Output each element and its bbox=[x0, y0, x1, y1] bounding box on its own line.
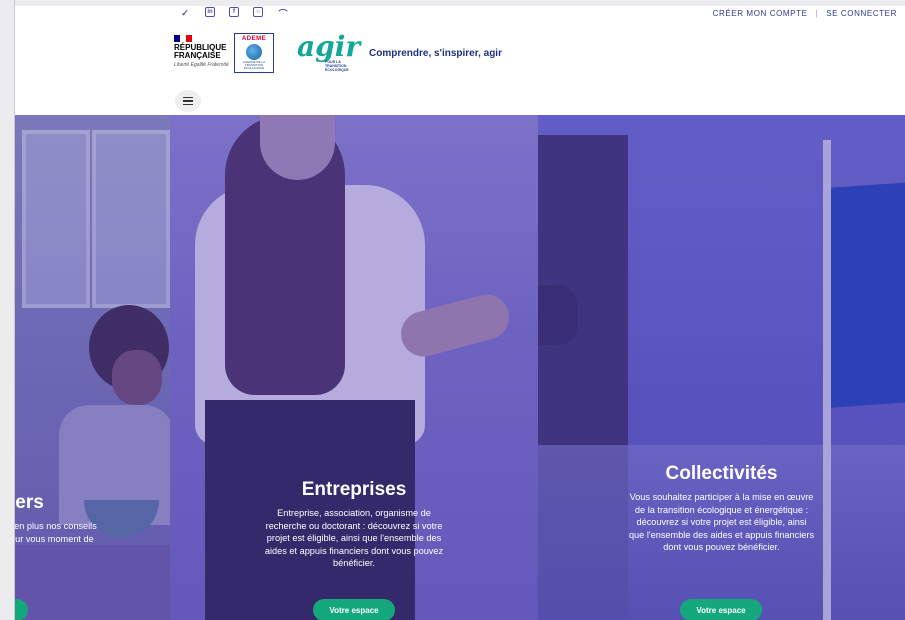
separator: | bbox=[815, 9, 819, 18]
motto: Liberté Égalité Fraternité bbox=[174, 62, 229, 68]
panel-text: Vous souhaitez participer à la mise en œ… bbox=[628, 492, 815, 552]
hamburger-line bbox=[183, 103, 193, 106]
audience-hero: iers lien plus nos conseils our vous mom… bbox=[14, 115, 905, 620]
site-header: RÉPUBLIQUE FRANÇAISE Liberté Égalité Fra… bbox=[14, 22, 905, 87]
panel-collectivites[interactable]: Collectivités Vous souhaitez participer … bbox=[538, 115, 905, 620]
instagram-icon[interactable]: ○ bbox=[253, 7, 263, 17]
agir-word: agir bbox=[297, 30, 361, 63]
agir-tagline: POUR LA TRANSITION ÉCOLOGIQUE bbox=[325, 60, 349, 72]
panel-title: iers bbox=[14, 492, 44, 513]
globe-icon bbox=[246, 44, 262, 60]
votre-espace-button[interactable]: Votre espace bbox=[313, 599, 395, 620]
panel-particuliers[interactable]: iers lien plus nos conseils our vous mom… bbox=[14, 115, 170, 620]
hamburger-icon bbox=[183, 96, 193, 99]
panel-title: Entreprises bbox=[301, 479, 407, 500]
votre-espace-button[interactable]: Votre espace bbox=[680, 599, 762, 620]
ademe-name: ADEME bbox=[241, 36, 267, 42]
twitter-icon[interactable]: ✓ bbox=[179, 7, 191, 19]
account-links: CRÉER MON COMPTE | SE CONNECTER bbox=[713, 9, 897, 18]
panel-content: Collectivités Vous souhaitez participer … bbox=[538, 463, 905, 554]
panel-entreprises[interactable]: Entreprises Entreprise, association, org… bbox=[170, 115, 538, 620]
ademe-subtitle: AGENCE DE LA TRANSITION ÉCOLOGIQUE bbox=[242, 60, 266, 70]
republique-francaise-logo[interactable]: RÉPUBLIQUE FRANÇAISE Liberté Égalité Fra… bbox=[174, 35, 236, 68]
panel-content: Entreprises Entreprise, association, org… bbox=[170, 479, 538, 570]
facebook-icon[interactable]: f bbox=[229, 7, 239, 17]
panel-text: Entreprise, association, organisme de re… bbox=[264, 508, 444, 568]
french-flag-icon bbox=[174, 35, 192, 42]
rss-icon[interactable]: ⌒ bbox=[277, 7, 289, 19]
linkedin-icon[interactable]: in bbox=[205, 7, 215, 17]
social-links: ✓ in f ○ ⌒ bbox=[179, 7, 289, 19]
panel-content: iers lien plus nos conseils our vous mom… bbox=[14, 492, 170, 545]
republic-line2: FRANÇAISE bbox=[174, 51, 221, 60]
ademe-logo[interactable]: ADEME AGENCE DE LA TRANSITION ÉCOLOGIQUE bbox=[234, 33, 274, 73]
window-frame-left bbox=[0, 0, 15, 620]
panel-title: Collectivités bbox=[665, 463, 778, 484]
nav-bar bbox=[14, 86, 905, 115]
menu-button[interactable] bbox=[175, 90, 201, 112]
hamburger-line bbox=[183, 100, 193, 102]
top-bar: ✓ in f ○ ⌒ CRÉER MON COMPTE | SE CONNECT… bbox=[14, 6, 905, 23]
create-account-link[interactable]: CRÉER MON COMPTE bbox=[713, 9, 808, 18]
window-frame-top bbox=[0, 0, 905, 6]
site-slogan: Comprendre, s'inspirer, agir bbox=[369, 48, 502, 59]
agir-logo[interactable]: agir POUR LA TRANSITION ÉCOLOGIQUE bbox=[297, 30, 367, 73]
login-link[interactable]: SE CONNECTER bbox=[826, 9, 897, 18]
panel-text: lien plus nos conseils our vous moment d… bbox=[14, 521, 97, 544]
